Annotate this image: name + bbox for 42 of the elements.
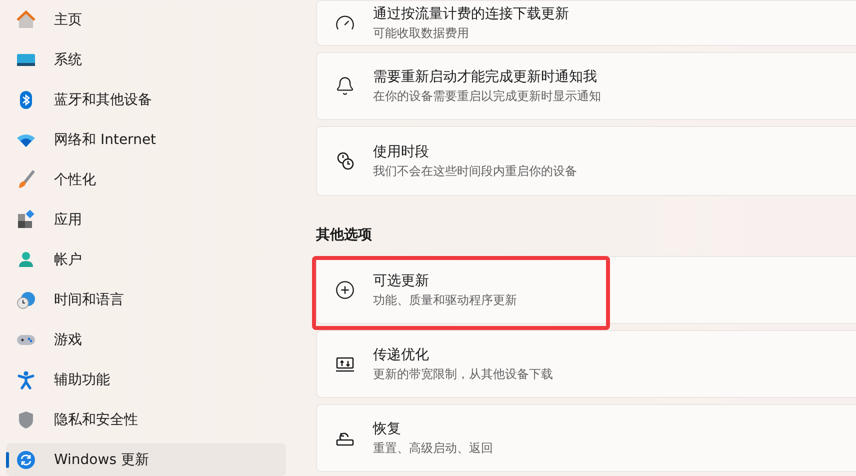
card-title: 传递优化 [373, 346, 430, 364]
card-title: 通过按流量计费的连接下载更新 [373, 4, 569, 22]
sidebar-item[interactable]: 帐户 [6, 240, 286, 280]
card-title: 恢复 [373, 420, 402, 438]
section-heading: 其他选项 [316, 226, 372, 244]
clocks-icon [335, 151, 355, 171]
card-title: 可选更新 [373, 272, 430, 290]
sidebar-item[interactable]: 辅助功能 [6, 360, 286, 400]
bell-icon [335, 76, 355, 96]
sidebar-item[interactable]: Windows 更新 [6, 443, 286, 476]
sidebar-item[interactable]: 隐私和安全性 [6, 400, 286, 440]
apps-icon [16, 210, 36, 230]
card-title: 使用时段 [373, 142, 430, 160]
sidebar-item[interactable]: 系统 [6, 40, 286, 80]
sidebar-item[interactable]: 应用 [6, 200, 286, 240]
settings-card[interactable]: 通过按流量计费的连接下载更新 可能收取数据费用 [316, 0, 856, 46]
accessibility-icon [16, 370, 36, 390]
sidebar-item[interactable]: 游戏 [6, 320, 286, 360]
sidebar-item[interactable]: 个性化 [6, 160, 286, 200]
paintbrush-icon [16, 170, 36, 190]
card-subtitle: 重置、高级启动、返回 [373, 440, 493, 456]
settings-card[interactable]: 恢复 重置、高级启动、返回 [316, 404, 856, 472]
person-icon [16, 250, 36, 270]
settings-card[interactable]: 传递优化 更新的带宽限制，从其他设备下载 [316, 330, 856, 398]
card-subtitle: 功能、质量和驱动程序更新 [373, 292, 517, 308]
card-subtitle: 在你的设备需要重启以完成更新时显示通知 [373, 88, 601, 104]
shield-icon [16, 410, 36, 430]
globe-clock-icon [16, 290, 36, 310]
card-subtitle: 更新的带宽限制，从其他设备下载 [373, 366, 553, 382]
card-subtitle: 我们不会在这些时间段内重启你的设备 [373, 162, 577, 180]
settings-card[interactable]: 需要重新启动才能完成更新时通知我 在你的设备需要重启以完成更新时显示通知 [316, 52, 856, 120]
sidebar-item[interactable]: 时间和语言 [6, 280, 286, 320]
card-subtitle: 可能收取数据费用 [373, 24, 470, 42]
home-icon [16, 10, 36, 30]
selection-indicator [6, 452, 9, 468]
sidebar-item[interactable]: 主页 [6, 0, 286, 40]
add-icon [335, 280, 355, 300]
settings-card[interactable]: 使用时段 我们不会在这些时间段内重启你的设备 [316, 126, 856, 196]
sidebar-item[interactable]: 蓝牙和其他设备 [6, 80, 286, 120]
update-icon [16, 450, 36, 470]
card-title: 需要重新启动才能完成更新时通知我 [373, 68, 598, 86]
sidebar-item[interactable]: 网络和 Internet [6, 120, 286, 160]
